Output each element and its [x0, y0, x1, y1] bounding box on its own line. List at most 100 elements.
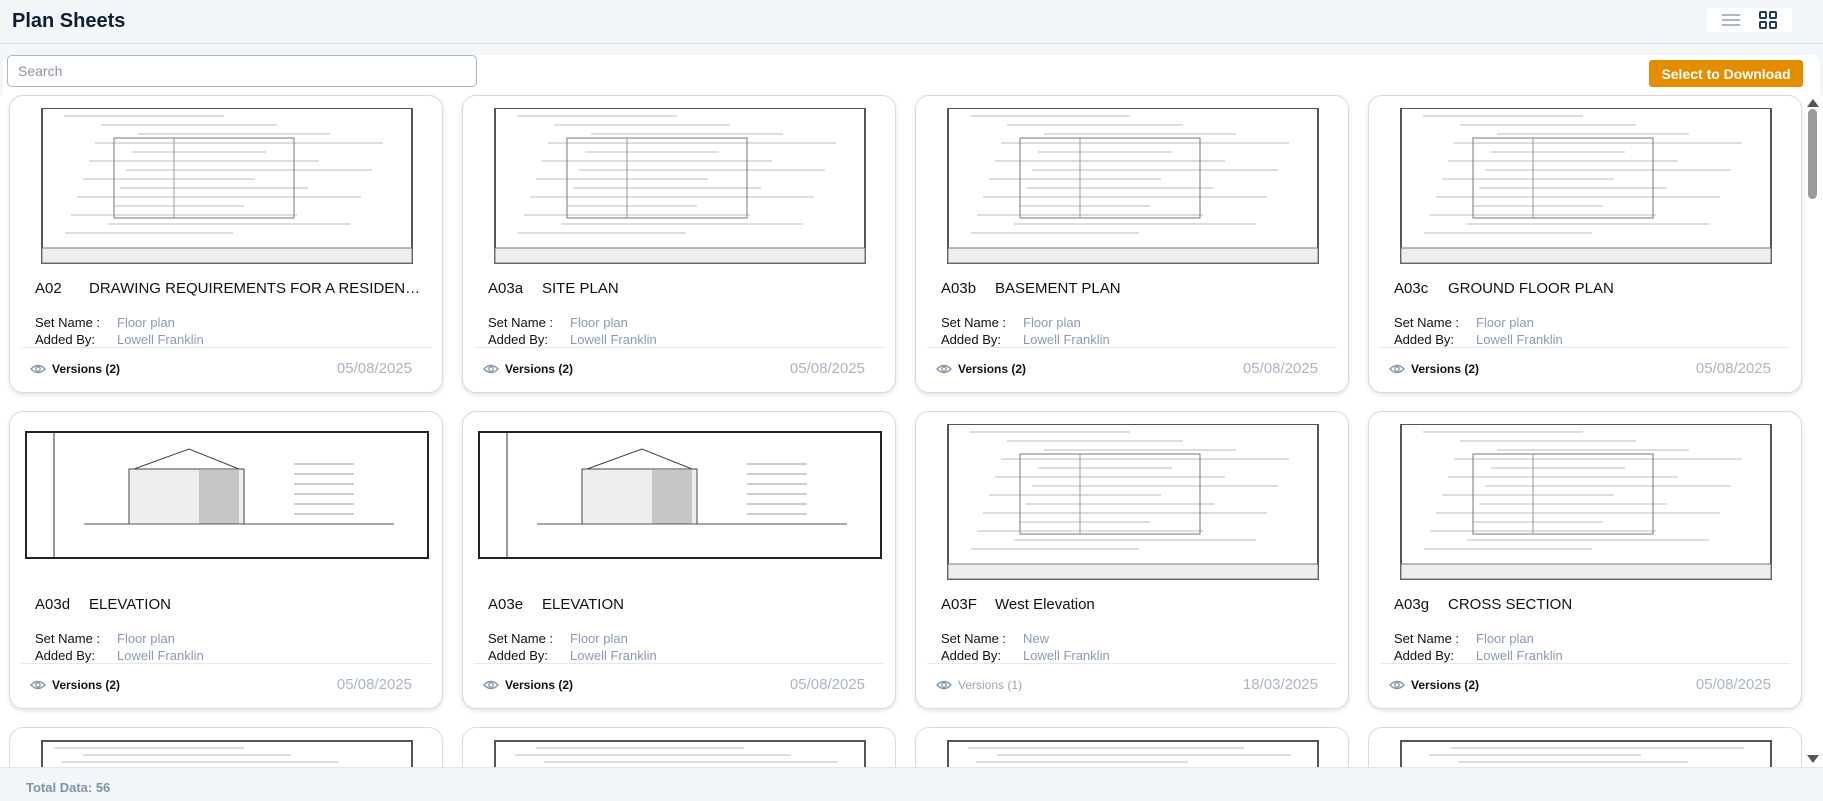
list-view-button[interactable]	[1721, 11, 1741, 29]
sheet-code: A03g	[1394, 596, 1430, 613]
set-name-value: Floor plan	[1476, 315, 1534, 330]
sheet-name: BASEMENT PLAN	[995, 280, 1121, 297]
thumbnail[interactable]	[1383, 107, 1789, 268]
sheet-card[interactable]: A03g CROSS SECTION Set Name : Floor plan Add…	[1368, 411, 1802, 709]
added-by-label: Added By:	[488, 332, 548, 347]
added-by-value: Lowell Franklin	[570, 648, 657, 663]
set-name-label: Set Name :	[488, 631, 554, 646]
sheet-name: GROUND FLOOR PLAN	[1448, 280, 1614, 297]
sheet-name: ELEVATION	[89, 596, 171, 613]
divider	[21, 663, 431, 664]
sheet-card-partial[interactable]	[462, 727, 896, 768]
sheet-card[interactable]: A03a SITE PLAN Set Name : Floor plan Added B…	[462, 95, 896, 393]
set-name-value: Floor plan	[570, 631, 628, 646]
sheet-card[interactable]: A03d ELEVATION Set Name : Floor plan Added B…	[9, 411, 443, 709]
set-name-label: Set Name :	[35, 631, 101, 646]
added-by-label: Added By:	[1394, 648, 1454, 663]
sheet-name: ELEVATION	[542, 596, 624, 613]
sheet-thumbnail	[947, 423, 1319, 580]
versions-label: Versions (2)	[52, 362, 121, 376]
sheet-date: 18/03/2025	[1242, 676, 1318, 693]
grid-view-button[interactable]	[1758, 11, 1778, 29]
added-by-label: Added By:	[35, 332, 95, 347]
added-by-label: Added By:	[35, 648, 95, 663]
versions-link[interactable]: Versions (1)	[936, 678, 1022, 692]
divider	[927, 347, 1337, 348]
thumbnail[interactable]	[24, 424, 430, 584]
sheet-card-partial[interactable]	[9, 727, 443, 768]
set-name-value: Floor plan	[117, 315, 175, 330]
sheet-card-partial[interactable]	[1368, 727, 1802, 768]
divider	[927, 663, 1337, 664]
sheet-card[interactable]: A03e ELEVATION Set Name : Floor plan Added B…	[462, 411, 896, 709]
thumbnail[interactable]	[930, 740, 1336, 768]
sheet-card[interactable]: A03c GROUND FLOOR PLAN Set Name : Floor pla…	[1368, 95, 1802, 393]
scroll-up-icon[interactable]	[1805, 97, 1821, 109]
added-by-value: Lowell Franklin	[117, 648, 204, 663]
sheet-code: A02	[35, 280, 62, 297]
sheet-thumbnail	[947, 740, 1319, 768]
sheet-thumbnail	[494, 740, 866, 768]
versions-link[interactable]: Versions (2)	[483, 362, 573, 376]
scroll-down-icon[interactable]	[1805, 753, 1821, 765]
sheet-card[interactable]: A03b BASEMENT PLAN Set Name : Floor plan Add…	[915, 95, 1349, 393]
eye-icon	[1389, 364, 1405, 374]
versions-label: Versions (2)	[52, 678, 121, 692]
added-by-value: Lowell Franklin	[117, 332, 204, 347]
eye-icon	[936, 364, 952, 374]
search-input[interactable]	[7, 55, 477, 87]
added-by-label: Added By:	[941, 332, 1001, 347]
versions-link[interactable]: Versions (2)	[30, 678, 120, 692]
set-name-value: Floor plan	[117, 631, 175, 646]
sheet-thumbnail	[1400, 423, 1772, 580]
versions-link[interactable]: Versions (2)	[483, 678, 573, 692]
versions-label: Versions (2)	[505, 362, 574, 376]
thumbnail[interactable]	[24, 740, 430, 768]
divider	[21, 347, 431, 348]
total-count: Total Data: 56	[26, 780, 111, 795]
sheet-code: A03e	[488, 596, 524, 613]
scrollbar-thumb[interactable]	[1808, 109, 1817, 199]
eye-icon	[30, 680, 46, 690]
page-title: Plan Sheets	[12, 10, 126, 32]
eye-icon	[483, 364, 499, 374]
scrollbar[interactable]	[1805, 95, 1821, 767]
divider	[474, 347, 884, 348]
sheet-thumbnail	[41, 107, 413, 264]
sheet-card-partial[interactable]	[915, 727, 1349, 768]
sheet-date: 05/08/2025	[1242, 360, 1318, 377]
footer: Total Data: 56	[0, 767, 1823, 801]
thumbnail[interactable]	[477, 424, 883, 584]
sheet-code: A03b	[941, 280, 977, 297]
versions-link[interactable]: Versions (2)	[936, 362, 1026, 376]
thumbnail[interactable]	[930, 423, 1336, 584]
sheet-date: 05/08/2025	[336, 360, 412, 377]
set-name-value: New	[1023, 631, 1050, 646]
thumbnail[interactable]	[930, 107, 1336, 268]
versions-link[interactable]: Versions (2)	[1389, 678, 1479, 692]
sheet-card[interactable]: A03F West Elevation Set Name : New Added By:…	[915, 411, 1349, 709]
header: Plan Sheets	[0, 0, 1823, 44]
sheet-code: A03F	[941, 596, 977, 613]
sheet-grid: A02 DRAWING REQUIREMENTS FOR A RESIDENTIA…	[0, 95, 1802, 768]
thumbnail[interactable]	[1383, 423, 1789, 584]
select-to-download-button[interactable]: Select to Download	[1649, 60, 1803, 87]
sheet-date: 05/08/2025	[789, 676, 865, 693]
added-by-value: Lowell Franklin	[1476, 332, 1563, 347]
thumbnail[interactable]	[1383, 740, 1789, 768]
thumbnail[interactable]	[477, 740, 883, 768]
versions-link[interactable]: Versions (2)	[30, 362, 120, 376]
eye-icon	[483, 680, 499, 690]
sheet-card[interactable]: A02 DRAWING REQUIREMENTS FOR A RESIDENTIA…	[9, 95, 443, 393]
versions-link[interactable]: Versions (2)	[1389, 362, 1479, 376]
versions-label: Versions (2)	[505, 678, 574, 692]
versions-label: Versions (1)	[958, 678, 1023, 692]
added-by-value: Lowell Franklin	[1476, 648, 1563, 663]
sheet-thumbnail	[1400, 107, 1772, 264]
eye-icon	[30, 364, 46, 374]
thumbnail[interactable]	[24, 107, 430, 268]
sheet-code: A03a	[488, 280, 524, 297]
list-icon	[1722, 14, 1740, 26]
thumbnail[interactable]	[477, 107, 883, 268]
eye-icon	[1389, 680, 1405, 690]
